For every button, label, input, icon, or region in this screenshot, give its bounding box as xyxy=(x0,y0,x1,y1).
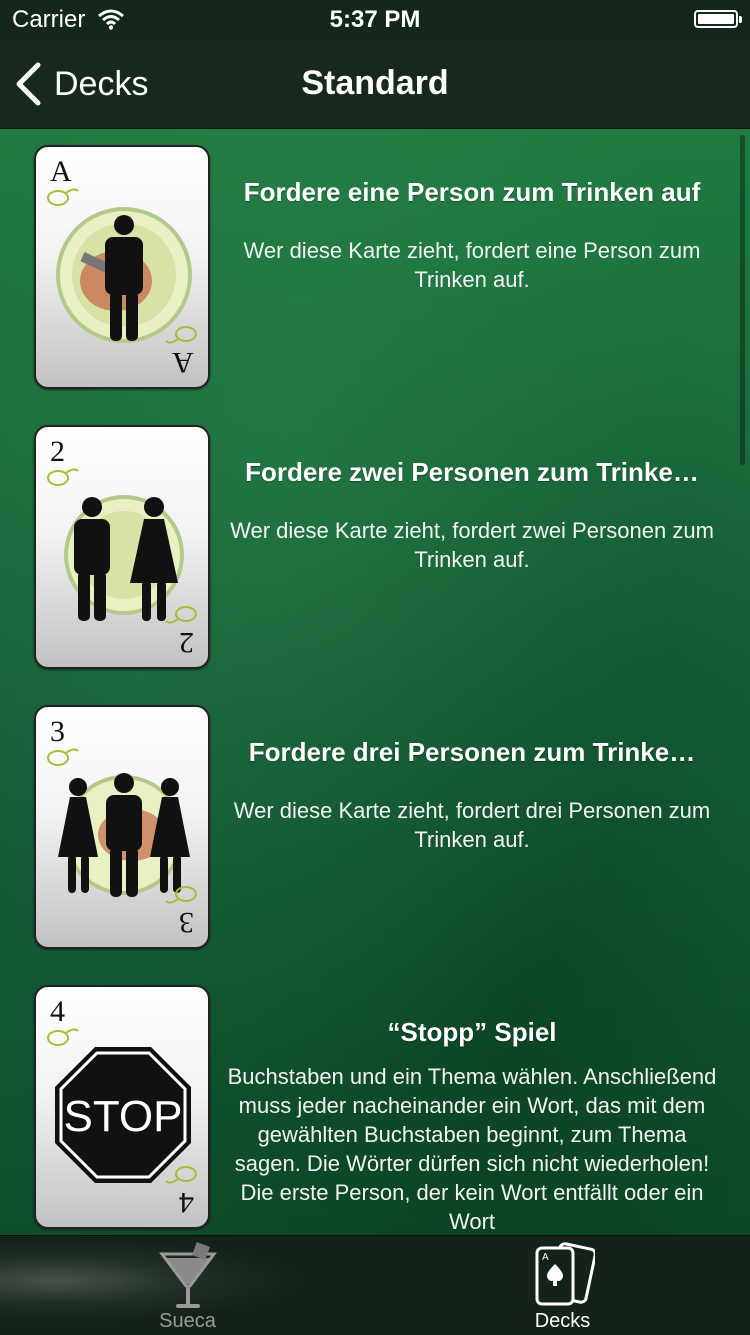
card-rank: 3 xyxy=(50,715,65,748)
card-title: Fordere zwei Personen zum Trinke… xyxy=(245,457,699,487)
card-description: Wer diese Karte zieht, fordert eine Pers… xyxy=(243,238,701,292)
page-title: Standard xyxy=(301,64,449,102)
card-description: Buchstaben und ein Thema wählen. Anschli… xyxy=(227,1064,717,1234)
tab-label: Sueca xyxy=(159,1310,216,1332)
list-item[interactable]: 2 2 Fordere zwei Personen zum Trinke… We… xyxy=(0,409,740,689)
card-text: Fordere eine Person zum Trinken auf Wer … xyxy=(222,177,722,294)
stop-sign-icon: STOP xyxy=(55,1047,191,1183)
lime-leaf-icon xyxy=(47,748,79,766)
lime-leaf-icon xyxy=(47,468,79,486)
status-bar: Carrier 5:37 PM xyxy=(0,0,750,40)
lime-leaf-icon xyxy=(165,326,197,344)
card-image: 3 3 xyxy=(34,705,210,949)
lime-leaf-icon xyxy=(47,188,79,206)
card-image: A A xyxy=(34,145,210,389)
battery-icon xyxy=(694,10,742,28)
card-rank: 4 xyxy=(50,995,65,1028)
navigation-bar: Decks Standard xyxy=(0,40,750,129)
list-item[interactable]: A A Fordere eine Person zum Trinken auf … xyxy=(0,129,740,409)
tab-decks[interactable]: A Decks xyxy=(375,1236,750,1335)
card-text: “Stopp” Spiel Buchstaben und ein Thema w… xyxy=(222,1017,722,1235)
list-item[interactable]: 3 3 Fordere drei Personen zum Trinke… We… xyxy=(0,689,740,969)
card-rank: 2 xyxy=(50,435,65,468)
clock: 5:37 PM xyxy=(329,6,421,33)
card-rank-bottom: 2 xyxy=(179,626,194,659)
playing-cards-icon: A xyxy=(535,1242,595,1306)
card-image: 4 STOP 4 xyxy=(34,985,210,1229)
card-title: Fordere eine Person zum Trinken auf xyxy=(243,177,701,207)
card-text: Fordere zwei Personen zum Trinke… Wer di… xyxy=(222,457,722,574)
card-rank-bottom: 3 xyxy=(179,906,194,939)
card-description: Wer diese Karte zieht, fordert drei Pers… xyxy=(233,798,711,852)
lime-leaf-icon xyxy=(47,1028,79,1046)
lime-leaf-icon xyxy=(165,606,197,624)
card-list[interactable]: A A Fordere eine Person zum Trinken auf … xyxy=(0,129,750,1235)
svg-text:A: A xyxy=(542,1252,549,1263)
card-title: “Stopp” Spiel xyxy=(387,1017,557,1047)
card-title: Fordere drei Personen zum Trinke… xyxy=(248,737,696,767)
two-persons-icon xyxy=(64,495,184,621)
card-description: Wer diese Karte zieht, fordert zwei Pers… xyxy=(230,518,714,572)
card-image: 2 2 xyxy=(34,425,210,669)
list-item[interactable]: 4 STOP 4 “Stopp” Spiel Buchstaben und ei… xyxy=(0,969,740,1235)
cocktail-glass-icon xyxy=(158,1242,217,1308)
card-text: Fordere drei Personen zum Trinke… Wer di… xyxy=(222,737,722,854)
three-persons-icon xyxy=(58,773,190,897)
card-rank-bottom: A xyxy=(172,346,194,379)
one-person-icon xyxy=(56,207,192,343)
stop-sign-text: STOP xyxy=(63,1092,182,1141)
lime-leaf-icon xyxy=(165,886,197,904)
tab-label: Decks xyxy=(534,1310,591,1332)
card-rank-bottom: 4 xyxy=(179,1186,194,1219)
tab-sueca[interactable]: Sueca xyxy=(0,1236,375,1335)
tab-bar: Sueca A Decks xyxy=(0,1235,750,1335)
scrollbar[interactable] xyxy=(740,135,745,465)
card-rank: A xyxy=(50,155,72,188)
lime-leaf-icon xyxy=(165,1166,197,1184)
